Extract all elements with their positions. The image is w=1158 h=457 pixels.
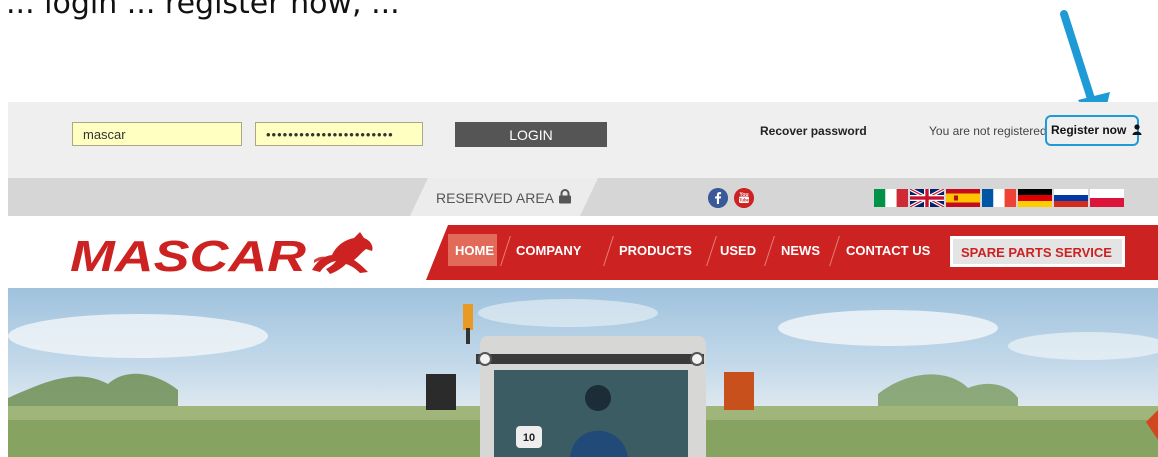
login-button[interactable]: LOGIN — [455, 122, 607, 147]
nav-item-company[interactable]: COMPANY — [516, 243, 581, 258]
spare-parts-button[interactable]: SPARE PARTS SERVICE — [950, 236, 1125, 267]
uk-flag[interactable] — [910, 189, 944, 207]
hero-banner: 10 — [8, 288, 1158, 457]
language-flags — [874, 189, 1124, 207]
horse-icon — [312, 232, 373, 274]
login-bar: LOGIN Recover password You are not regis… — [8, 102, 1158, 178]
nav-item-products[interactable]: PRODUCTS — [619, 243, 692, 258]
nav-separator — [500, 236, 511, 266]
facebook-icon[interactable] — [708, 188, 728, 208]
nav-separator — [706, 236, 717, 266]
france-flag[interactable] — [982, 189, 1016, 207]
lock-icon — [559, 189, 572, 204]
nav-item-home[interactable]: HOME — [448, 234, 497, 266]
main-header: MASCAR HOME COMPANY PRODUCTS USED NEWS C… — [8, 216, 1158, 288]
user-icon — [1132, 124, 1142, 135]
website-viewport: LOGIN Recover password You are not regis… — [8, 102, 1158, 457]
register-now-link[interactable]: Register now — [1045, 115, 1142, 146]
page-caption: ... login ... register now, ... — [6, 0, 400, 21]
username-input[interactable] — [72, 122, 242, 146]
mascar-logo[interactable]: MASCAR — [68, 230, 398, 276]
poland-flag[interactable] — [1090, 189, 1124, 207]
hero-image: 10 — [8, 299, 1158, 457]
recover-password-link[interactable]: Recover password — [760, 124, 867, 138]
register-now-label: Register now — [1051, 123, 1127, 137]
svg-text:Tube: Tube — [739, 198, 749, 203]
reserved-area-label: RESERVED AREA — [436, 190, 554, 206]
germany-flag[interactable] — [1018, 189, 1052, 207]
italy-flag[interactable] — [874, 189, 908, 207]
nav-item-news[interactable]: NEWS — [781, 243, 820, 258]
youtube-icon[interactable]: You Tube — [734, 188, 754, 208]
utility-bar: RESERVED AREA You Tube — [8, 178, 1158, 216]
nav-home-label: HOME — [455, 243, 494, 258]
logo-text: MASCAR — [70, 232, 306, 276]
nav-separator — [764, 236, 775, 266]
nav-separator — [603, 236, 614, 266]
russia-flag[interactable] — [1054, 189, 1088, 207]
not-registered-text: You are not registered — [929, 124, 1047, 138]
nav-separator — [829, 236, 840, 266]
nav-item-contact[interactable]: CONTACT US — [846, 243, 930, 258]
password-input[interactable] — [255, 122, 423, 146]
hero-plate-number: 10 — [523, 432, 535, 444]
main-navigation: HOME COMPANY PRODUCTS USED NEWS CONTACT … — [426, 225, 1158, 280]
reserved-area-tab[interactable]: RESERVED AREA — [410, 178, 598, 216]
spain-flag[interactable] — [946, 189, 980, 207]
nav-item-used[interactable]: USED — [720, 243, 756, 258]
